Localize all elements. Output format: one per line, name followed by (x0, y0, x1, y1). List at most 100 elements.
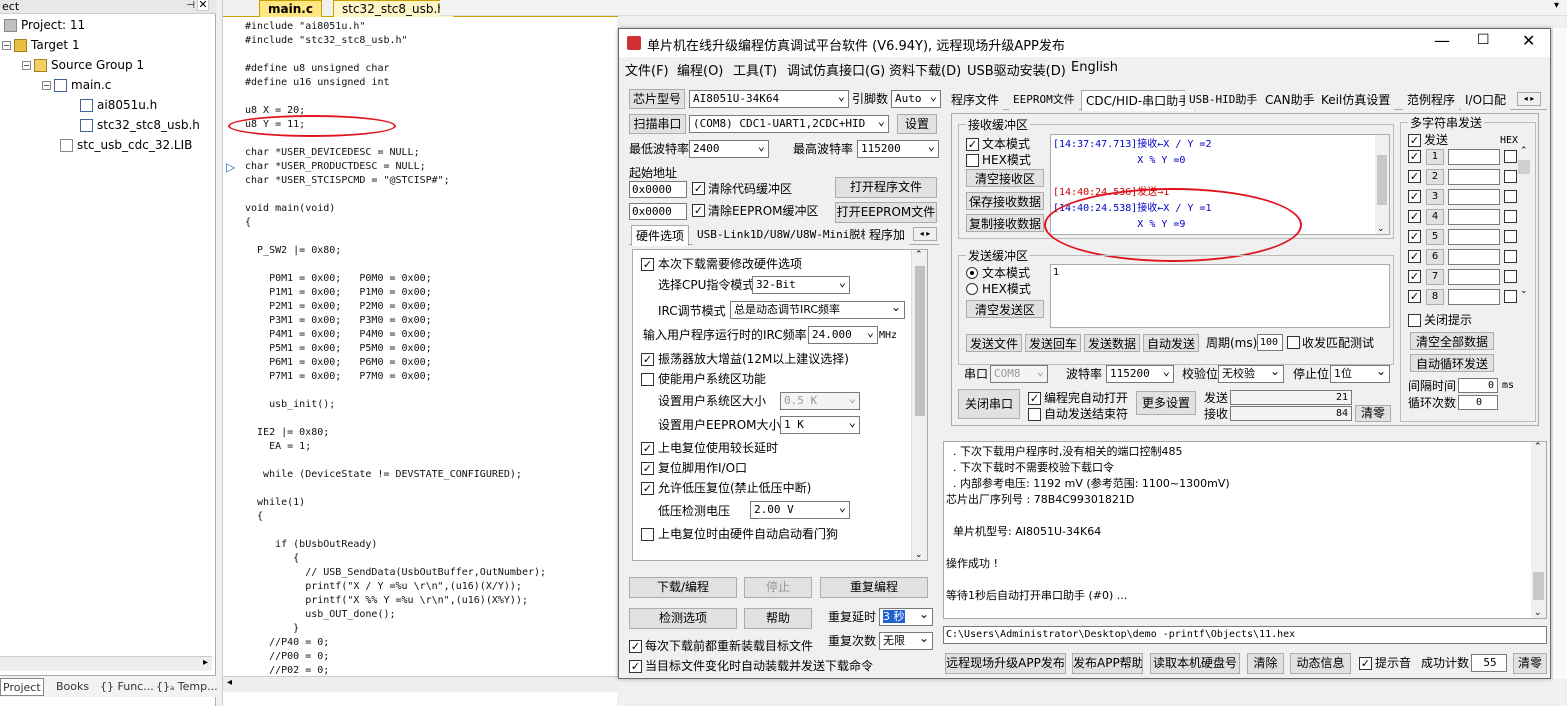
open-program-button[interactable]: 打开程序文件 (835, 177, 937, 198)
auto-send-button[interactable]: 自动发送 (1143, 334, 1199, 352)
log-output[interactable]: . 下次下载用户程序时,没有相关的端口控制485 . 下次下载时不需要校验下载口… (943, 441, 1547, 619)
recv-hex-mode-checkbox[interactable] (966, 154, 979, 167)
chip-type-label[interactable]: 芯片型号 (629, 89, 686, 109)
copy-recv-button[interactable]: 复制接收数据 (966, 214, 1044, 232)
sys-size-select[interactable]: 0.5 K (780, 392, 860, 410)
collapse-icon[interactable]: − (22, 61, 31, 70)
multi-scroll-down-icon[interactable]: ⌄ (1520, 286, 1528, 296)
multi-row-checkbox[interactable]: ✓ (1408, 150, 1421, 163)
app-help-button[interactable]: 发布APP帮助 (1072, 653, 1143, 674)
open-eeprom-button[interactable]: 打开EEPROM文件 (835, 202, 937, 223)
publish-app-button[interactable]: 远程现场升级APP发布 (945, 653, 1066, 674)
multi-row-hex-checkbox[interactable] (1504, 190, 1517, 203)
multi-row-hex-checkbox[interactable] (1504, 230, 1517, 243)
send-text-mode-radio[interactable] (966, 267, 978, 279)
send-file-button[interactable]: 发送文件 (966, 334, 1022, 352)
minimize-icon[interactable]: — (1434, 31, 1450, 50)
multi-row-send-button[interactable]: 8 (1426, 289, 1444, 305)
reprogram-button[interactable]: 重复编程 (820, 577, 928, 598)
tab-can[interactable]: CAN助手 (1261, 90, 1319, 110)
clear-counts-button[interactable]: 清零 (1355, 405, 1391, 422)
close-icon[interactable]: ✕ (197, 0, 209, 11)
multi-row-send-button[interactable]: 2 (1426, 169, 1444, 185)
clear-eeprom-checkbox[interactable]: ✓ (692, 204, 705, 217)
baud-select[interactable]: 115200 (1106, 365, 1174, 383)
auto-open-checkbox[interactable]: ✓ (1028, 392, 1041, 405)
tab-scroll-arrows-icon[interactable]: ◂ ▸ (1517, 92, 1541, 106)
tab-program-add[interactable]: 程序加 (865, 225, 910, 245)
multi-row-input[interactable] (1448, 229, 1500, 245)
download-button[interactable]: 下载/编程 (629, 577, 737, 598)
tab-templates[interactable]: {}ₐ Temp... (156, 678, 218, 696)
tab-main-c[interactable]: main.c (259, 0, 322, 17)
dynamic-info-button[interactable]: 动态信息 (1290, 653, 1351, 674)
multi-row-send-button[interactable]: 4 (1426, 209, 1444, 225)
close-tip-checkbox[interactable] (1408, 314, 1421, 327)
recv-text-mode-checkbox[interactable]: ✓ (966, 138, 979, 151)
tab-program-file[interactable]: 程序文件 (947, 90, 1004, 110)
multi-row-checkbox[interactable]: ✓ (1408, 190, 1421, 203)
clear-all-button[interactable]: 清空全部数据 (1410, 332, 1494, 350)
maximize-icon[interactable]: ☐ (1477, 32, 1490, 48)
scan-port-button[interactable]: 扫描串口 (629, 114, 686, 134)
collapse-icon[interactable]: − (2, 41, 11, 50)
multi-send-all-checkbox[interactable]: ✓ (1408, 134, 1421, 147)
auto-loop-button[interactable]: 自动循环发送 (1410, 354, 1494, 372)
clear-log-button[interactable]: 清除 (1247, 653, 1284, 674)
menu-item[interactable]: 调试仿真接口(G) (787, 60, 885, 79)
multi-row-input[interactable] (1448, 289, 1500, 305)
help-button[interactable]: 帮助 (744, 608, 812, 629)
hw-scrollbar[interactable]: ⌃ ⌄ (911, 250, 927, 560)
log-scrollbar[interactable]: ⌃ ⌄ (1531, 442, 1546, 618)
sys-area-checkbox[interactable] (641, 373, 654, 386)
modify-hw-checkbox[interactable]: ✓ (641, 258, 654, 271)
horizontal-scrollbar[interactable]: ▸ (0, 656, 212, 671)
tree-lib[interactable]: stc_usb_cdc_32.LIB (60, 136, 192, 154)
menu-item[interactable]: 资料下载(D) (889, 60, 961, 79)
multi-row-hex-checkbox[interactable] (1504, 250, 1517, 263)
auto-close-checkbox[interactable] (1028, 408, 1041, 421)
irc-mode-select[interactable]: 总是动态调节IRC频率 (730, 301, 905, 319)
multi-scroll-thumb[interactable] (1518, 160, 1530, 174)
sound-checkbox[interactable]: ✓ (1359, 657, 1372, 670)
save-recv-button[interactable]: 保存接收数据 (966, 192, 1044, 210)
reload-checkbox[interactable]: ✓ (629, 640, 642, 653)
interval-input[interactable]: 0 (1458, 378, 1498, 393)
tab-menu-icon[interactable]: ▾ (1554, 0, 1559, 11)
multi-row-input[interactable] (1448, 269, 1500, 285)
repeat-delay-select[interactable]: 3 秒 (879, 608, 933, 626)
clear-send-button[interactable]: 清空发送区 (966, 300, 1044, 318)
tab-eeprom-file[interactable]: EEPROM文件 (1009, 90, 1079, 110)
com-port-select[interactable]: COM8 (990, 365, 1048, 383)
tab-scroll-arrows-icon[interactable]: ◂ ▸ (913, 227, 937, 241)
multi-row-input[interactable] (1448, 149, 1500, 165)
check-options-button[interactable]: 检测选项 (629, 608, 737, 629)
tree-main-c[interactable]: − main.c (42, 76, 111, 94)
recv-scrollbar[interactable]: ⌄ (1375, 135, 1389, 234)
tree-stc32-usb-h[interactable]: stc32_stc8_usb.h (80, 116, 200, 134)
multi-row-checkbox[interactable]: ✓ (1408, 290, 1421, 303)
eeprom-size-select[interactable]: 1 K (780, 416, 860, 434)
match-test-checkbox[interactable] (1287, 336, 1300, 349)
parity-select[interactable]: 无校验 (1218, 365, 1284, 383)
collapse-icon[interactable]: − (42, 81, 51, 90)
multi-row-send-button[interactable]: 5 (1426, 229, 1444, 245)
settings-button[interactable]: 设置 (897, 114, 937, 134)
irc-freq-select[interactable]: 24.000 (808, 326, 878, 344)
multi-row-send-button[interactable]: 1 (1426, 149, 1444, 165)
multi-row-checkbox[interactable]: ✓ (1408, 230, 1421, 243)
send-textarea[interactable]: 1 (1050, 264, 1390, 328)
multi-row-hex-checkbox[interactable] (1504, 290, 1517, 303)
tab-books[interactable]: Books (56, 678, 89, 696)
multi-row-send-button[interactable]: 6 (1426, 249, 1444, 265)
clear-code-checkbox[interactable]: ✓ (692, 182, 705, 195)
close-icon[interactable]: ✕ (1522, 31, 1535, 50)
multi-row-checkbox[interactable]: ✓ (1408, 270, 1421, 283)
multi-row-checkbox[interactable]: ✓ (1408, 170, 1421, 183)
code-editor[interactable]: main.c stc32_stc8_usb.h ▷ #include "ai80… (222, 0, 618, 706)
tab-examples[interactable]: 范例程序 (1403, 90, 1460, 110)
code-address-input[interactable]: 0x0000 (629, 181, 687, 198)
hex-path-input[interactable]: C:\Users\Administrator\Desktop\demo -pri… (943, 626, 1547, 644)
menu-item[interactable]: English (1071, 60, 1118, 75)
tab-stc32-usb-h[interactable]: stc32_stc8_usb.h (333, 0, 454, 17)
